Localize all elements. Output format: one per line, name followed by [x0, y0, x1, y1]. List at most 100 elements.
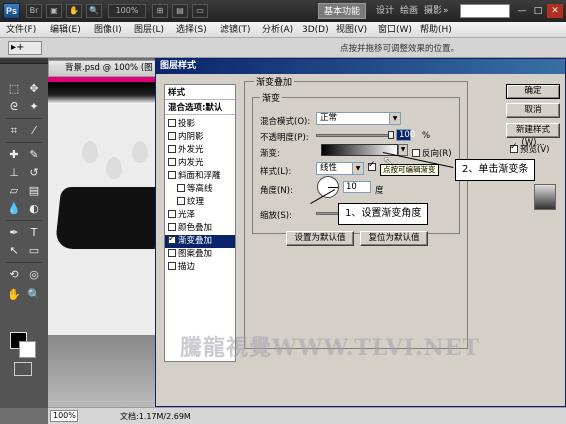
- angle-dial[interactable]: [317, 176, 339, 198]
- healing-brush-icon[interactable]: ✚: [4, 146, 24, 163]
- document-size-info[interactable]: 文档:1.17M/2.69M: [120, 411, 191, 422]
- effect-checkbox[interactable]: [177, 197, 185, 205]
- menu-3d[interactable]: 3D(D): [302, 24, 329, 36]
- effect-checkbox[interactable]: [168, 210, 176, 218]
- align-with-layer-checkbox[interactable]: [368, 160, 378, 173]
- magic-wand-icon[interactable]: ✦: [24, 98, 44, 115]
- menu-help[interactable]: 帮助(H): [420, 24, 452, 36]
- document-canvas[interactable]: [48, 77, 156, 407]
- screen-mode-icon[interactable]: ▭: [192, 4, 208, 18]
- maximize-button[interactable]: □: [530, 4, 546, 18]
- effect-item[interactable]: 外发光: [165, 144, 235, 157]
- effect-item[interactable]: 内阴影: [165, 131, 235, 144]
- mini-bridge-button[interactable]: ▣: [46, 4, 62, 18]
- blend-mode-select[interactable]: 正常 ▼: [316, 112, 401, 125]
- bridge-button[interactable]: Br: [26, 4, 42, 18]
- effect-item[interactable]: 投影: [165, 118, 235, 131]
- effect-checkbox[interactable]: [168, 233, 176, 246]
- effect-item[interactable]: 渐变叠加: [165, 233, 235, 248]
- ok-button[interactable]: 确定: [506, 84, 560, 99]
- effect-item[interactable]: 斜面和浮雕: [165, 170, 235, 183]
- effect-item[interactable]: 内发光: [165, 157, 235, 170]
- grid-icon[interactable]: ⊞: [152, 4, 168, 18]
- reverse-checkbox[interactable]: 反向(R): [412, 147, 452, 159]
- 3d-rotate-icon[interactable]: ⟲: [4, 266, 24, 283]
- gradient-style-select[interactable]: 线性 ▼: [316, 162, 364, 175]
- tools-panel-header[interactable]: [0, 58, 48, 64]
- blur-icon[interactable]: 💧: [4, 200, 24, 217]
- effect-checkbox[interactable]: [168, 132, 176, 140]
- menu-layer[interactable]: 图层(L): [134, 24, 164, 36]
- menu-image[interactable]: 图像(I): [94, 24, 122, 36]
- zoom-icon[interactable]: 🔍: [24, 286, 44, 303]
- effect-item[interactable]: 纹理: [165, 196, 235, 209]
- quick-mask-icon[interactable]: [14, 362, 32, 376]
- menu-filter[interactable]: 滤镜(T): [220, 24, 251, 36]
- effect-item[interactable]: 光泽: [165, 209, 235, 222]
- effect-checkbox[interactable]: [168, 171, 176, 179]
- workspace-essentials-button[interactable]: 基本功能: [318, 3, 367, 19]
- shape-icon[interactable]: ▭: [24, 242, 44, 259]
- cancel-button[interactable]: 取消: [506, 103, 560, 118]
- effect-item[interactable]: 图案叠加: [165, 248, 235, 261]
- preview-checkbox[interactable]: 预览(V): [510, 142, 549, 155]
- zoom-level-select[interactable]: 100%: [108, 4, 146, 18]
- effect-item[interactable]: 描边: [165, 261, 235, 274]
- blending-options-item[interactable]: 混合选项:默认: [165, 102, 235, 115]
- pen-icon[interactable]: ✒: [4, 224, 24, 241]
- opacity-slider[interactable]: [316, 134, 392, 137]
- background-color-swatch[interactable]: [19, 341, 36, 358]
- type-icon[interactable]: T: [24, 224, 44, 241]
- gradient-icon[interactable]: ▤: [24, 182, 44, 199]
- reset-default-button[interactable]: 复位为默认值: [360, 231, 428, 246]
- effect-checkbox[interactable]: [177, 184, 185, 192]
- workspace-painting-button[interactable]: 绘画: [400, 3, 418, 19]
- opacity-input[interactable]: 100: [396, 129, 415, 141]
- lasso-icon[interactable]: ᘓ: [4, 98, 24, 115]
- brush-icon[interactable]: ✎: [24, 146, 44, 163]
- gradient-picker-chevron-icon[interactable]: ▼: [398, 144, 408, 156]
- eraser-icon[interactable]: ▱: [4, 182, 24, 199]
- effect-checkbox[interactable]: [168, 158, 176, 166]
- move-icon[interactable]: ✥: [24, 80, 44, 97]
- document-tab[interactable]: 背景.psd @ 100% (图层: [48, 60, 160, 88]
- menu-file[interactable]: 文件(F): [6, 24, 36, 36]
- menu-edit[interactable]: 编辑(E): [50, 24, 81, 36]
- 3d-orbit-icon[interactable]: ◎: [24, 266, 44, 283]
- opacity-slider-thumb[interactable]: [388, 131, 394, 139]
- marquee-icon[interactable]: ⬚: [4, 80, 24, 97]
- dialog-title[interactable]: 图层样式: [156, 59, 565, 74]
- hand-icon[interactable]: ✋: [4, 286, 24, 303]
- hand-icon[interactable]: ✋: [66, 4, 82, 18]
- effect-checkbox[interactable]: [168, 145, 176, 153]
- effect-checkbox[interactable]: [168, 249, 176, 257]
- search-field[interactable]: [460, 4, 510, 18]
- menu-view[interactable]: 视图(V): [336, 24, 367, 36]
- more-workspaces-button[interactable]: »: [443, 3, 449, 19]
- effect-checkbox[interactable]: [168, 223, 176, 231]
- dodge-icon[interactable]: ◐: [24, 200, 44, 217]
- menu-window[interactable]: 窗口(W): [378, 24, 412, 36]
- crop-icon[interactable]: ⌗: [4, 122, 24, 139]
- make-default-button[interactable]: 设置为默认值: [286, 231, 354, 246]
- menu-analysis[interactable]: 分析(A): [262, 24, 293, 36]
- effect-checkbox[interactable]: [168, 262, 176, 270]
- tool-preset-picker[interactable]: ▸+: [8, 41, 42, 55]
- workspace-design-button[interactable]: 设计: [376, 3, 394, 19]
- styles-header[interactable]: 样式: [165, 87, 235, 100]
- new-style-button[interactable]: 新建样式(W)...: [506, 123, 560, 148]
- arrange-documents-icon[interactable]: ▤: [172, 4, 188, 18]
- zoom-tool-icon[interactable]: 🔍: [86, 4, 102, 18]
- align-checkbox-box[interactable]: [368, 160, 376, 171]
- reverse-checkbox-box[interactable]: [412, 149, 420, 157]
- workspace-photography-button[interactable]: 摄影: [424, 3, 442, 19]
- angle-input[interactable]: 10: [343, 181, 371, 193]
- effect-item[interactable]: 等高线: [165, 183, 235, 196]
- clone-stamp-icon[interactable]: ⊥: [4, 164, 24, 181]
- effect-checkbox[interactable]: [168, 119, 176, 127]
- minimize-button[interactable]: —: [514, 4, 530, 18]
- path-selection-icon[interactable]: ↖: [4, 242, 24, 259]
- zoom-field[interactable]: 100%: [50, 410, 78, 422]
- preview-checkbox-box[interactable]: [510, 142, 518, 153]
- menu-select[interactable]: 选择(S): [176, 24, 207, 36]
